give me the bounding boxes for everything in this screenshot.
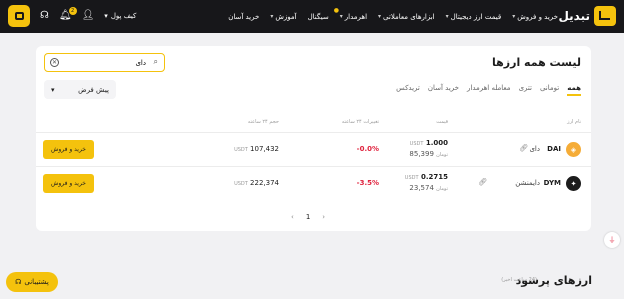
headset-icon: ☊ bbox=[15, 278, 22, 286]
top-navigation-bar: تبدیل خرید و فروش ▾ قیمت ارز دیجیتال ▾ ابز… bbox=[0, 0, 624, 33]
page-title: لیست همه ارزها bbox=[492, 56, 581, 69]
sort-dropdown[interactable]: پیش فرض ▾ bbox=[44, 80, 116, 99]
tab-tether[interactable]: تتری bbox=[519, 84, 532, 96]
nav-label: سیگنال bbox=[307, 12, 329, 21]
tab-easy-buy[interactable]: خرید آسان bbox=[428, 84, 459, 96]
wallet-glyph bbox=[14, 12, 24, 20]
price-toman-value: 85,399 bbox=[409, 150, 434, 158]
price-toman-value: 23,574 bbox=[409, 184, 434, 192]
link-icon[interactable]: 🔗︎ bbox=[478, 178, 487, 186]
notification-badge: 2 bbox=[68, 7, 77, 15]
nav-label: خرید آسان bbox=[228, 12, 260, 21]
price-usdt-unit: USDT bbox=[409, 141, 424, 147]
volume-24h: USDT 222,374 bbox=[234, 179, 279, 187]
coin-name: دای bbox=[529, 145, 540, 153]
nav-futures[interactable]: ● اهرمدار ▾ bbox=[334, 7, 368, 21]
pagination: ‹ 1 › bbox=[291, 213, 325, 221]
nav-label: قیمت ارز دیجیتال bbox=[450, 12, 502, 21]
volume-value: 107,432 bbox=[250, 145, 279, 153]
price-toman: تومان 85,399 bbox=[409, 150, 448, 158]
nav-signal[interactable]: سیگنال bbox=[308, 13, 329, 21]
price-usdt-unit: USDT bbox=[404, 175, 419, 181]
nav-label: خرید و فروش bbox=[517, 12, 558, 21]
chevron-down-icon: ▾ bbox=[378, 13, 382, 20]
logo[interactable]: تبدیل bbox=[558, 6, 616, 26]
table-row[interactable]: ◈ DAI دای 🔗︎ 1.000 USDT تومان 85,399 -0.… bbox=[36, 132, 591, 166]
user-icon[interactable]: 👤︎ bbox=[82, 11, 95, 21]
section-subtitle: (24 ساعت اخیر) bbox=[501, 277, 537, 283]
page-number[interactable]: 1 bbox=[306, 213, 310, 221]
top-actions: ☊ 🔔︎ 2 👤︎ ▾ کیف پول bbox=[8, 5, 136, 27]
link-icon[interactable]: 🔗︎ bbox=[519, 144, 528, 152]
dym-logo-icon: ✦ bbox=[566, 176, 581, 191]
chevron-down-icon: ▾ bbox=[512, 13, 516, 20]
column-price: قیمت bbox=[436, 119, 448, 125]
chevron-down-icon: ▾ bbox=[270, 13, 274, 20]
search-box[interactable]: ⌕ ✕ bbox=[44, 53, 165, 72]
coin-name: دایمنشن bbox=[515, 179, 540, 187]
main-nav: خرید و فروش ▾ قیمت ارز دیجیتال ▾ ابزارهای … bbox=[228, 0, 558, 33]
logo-text: تبدیل bbox=[558, 9, 590, 23]
volume-24h: USDT 107,432 bbox=[234, 145, 279, 153]
price-usdt-value: 1.000 bbox=[425, 139, 448, 147]
chevron-left-icon[interactable]: ‹ bbox=[291, 213, 294, 221]
wallet-icon[interactable] bbox=[8, 5, 30, 27]
coin-symbol: DAI bbox=[547, 145, 561, 153]
table-header: نام ارز قیمت تغییرات ۲۴ ساعته حجم ۲۴ ساع… bbox=[36, 119, 591, 129]
price-usdt: 1.000 USDT bbox=[410, 139, 448, 147]
nav-label: ابزارهای معاملاتی bbox=[383, 12, 435, 21]
column-name: نام ارز bbox=[567, 119, 581, 125]
chevron-down-icon: ▾ bbox=[104, 12, 108, 20]
logo-icon bbox=[594, 6, 616, 26]
volume-value: 222,374 bbox=[250, 179, 279, 187]
nav-easy-buy[interactable]: خرید آسان bbox=[228, 13, 259, 21]
wallet-label: کیف پول bbox=[110, 12, 137, 20]
clear-icon[interactable]: ✕ bbox=[50, 58, 59, 67]
wallet-menu[interactable]: ▾ کیف پول bbox=[104, 12, 136, 20]
chevron-down-icon: ▾ bbox=[51, 85, 55, 94]
nav-crypto-prices[interactable]: قیمت ارز دیجیتال ▾ bbox=[446, 13, 502, 21]
change-24h: -0.0% bbox=[356, 145, 379, 153]
support-button[interactable]: پشتیبانی ☊ bbox=[6, 272, 58, 292]
nav-label: آموزش bbox=[275, 12, 297, 21]
dai-logo-icon: ◈ bbox=[566, 142, 581, 157]
tab-tradex[interactable]: تریدکس bbox=[396, 84, 420, 96]
chevron-right-icon[interactable]: › bbox=[322, 213, 325, 221]
nav-trading-tools[interactable]: ابزارهای معاملاتی ▾ bbox=[378, 13, 435, 21]
nav-label: اهرمدار bbox=[344, 12, 368, 21]
bell-icon[interactable]: 🔔︎ 2 bbox=[59, 7, 77, 21]
fire-icon: ● bbox=[333, 6, 340, 14]
volume-unit: USDT bbox=[234, 181, 248, 187]
search-icon: ⌕ bbox=[153, 57, 158, 66]
market-tabs: همه تومانی تتری معامله اهرمدار خرید آسان… bbox=[396, 84, 581, 96]
price-usdt-value: 0.2715 bbox=[420, 173, 448, 181]
column-volume: حجم ۲۴ ساعته bbox=[247, 119, 279, 125]
column-change: تغییرات ۲۴ ساعته bbox=[341, 119, 379, 125]
tab-all[interactable]: همه bbox=[567, 84, 581, 96]
all-coins-card: لیست همه ارزها ⌕ ✕ پیش فرض ▾ همه تومانی … bbox=[36, 46, 591, 231]
table-row[interactable]: ✦ DYM دایمنشن 🔗︎ 0.2715 USDT تومان 23,57… bbox=[36, 166, 591, 200]
price-usdt: 0.2715 USDT bbox=[405, 173, 448, 181]
search-input[interactable] bbox=[76, 57, 146, 69]
price-toman-unit: تومان bbox=[436, 186, 448, 192]
sort-label: پیش فرض bbox=[78, 85, 109, 94]
tab-futures[interactable]: معامله اهرمدار bbox=[467, 84, 511, 96]
chevron-down-icon: ▾ bbox=[339, 13, 343, 20]
change-24h: -3.5% bbox=[356, 179, 379, 187]
volume-unit: USDT bbox=[234, 147, 248, 153]
trade-button[interactable]: خرید و فروش bbox=[43, 174, 94, 193]
price-toman: تومان 23,574 bbox=[409, 184, 448, 192]
headset-icon[interactable]: ☊ bbox=[40, 11, 49, 21]
nav-buy-sell[interactable]: خرید و فروش ▾ bbox=[512, 13, 558, 21]
trade-button[interactable]: خرید و فروش bbox=[43, 140, 94, 159]
tab-toman[interactable]: تومانی bbox=[540, 84, 559, 96]
coin-symbol: DYM bbox=[543, 179, 561, 187]
chevron-down-icon: ▾ bbox=[445, 13, 449, 20]
price-toman-unit: تومان bbox=[436, 152, 448, 158]
support-label: پشتیبانی bbox=[24, 278, 49, 286]
pdf-icon[interactable]: ⏚ bbox=[604, 232, 620, 248]
nav-education[interactable]: آموزش ▾ bbox=[270, 13, 296, 21]
